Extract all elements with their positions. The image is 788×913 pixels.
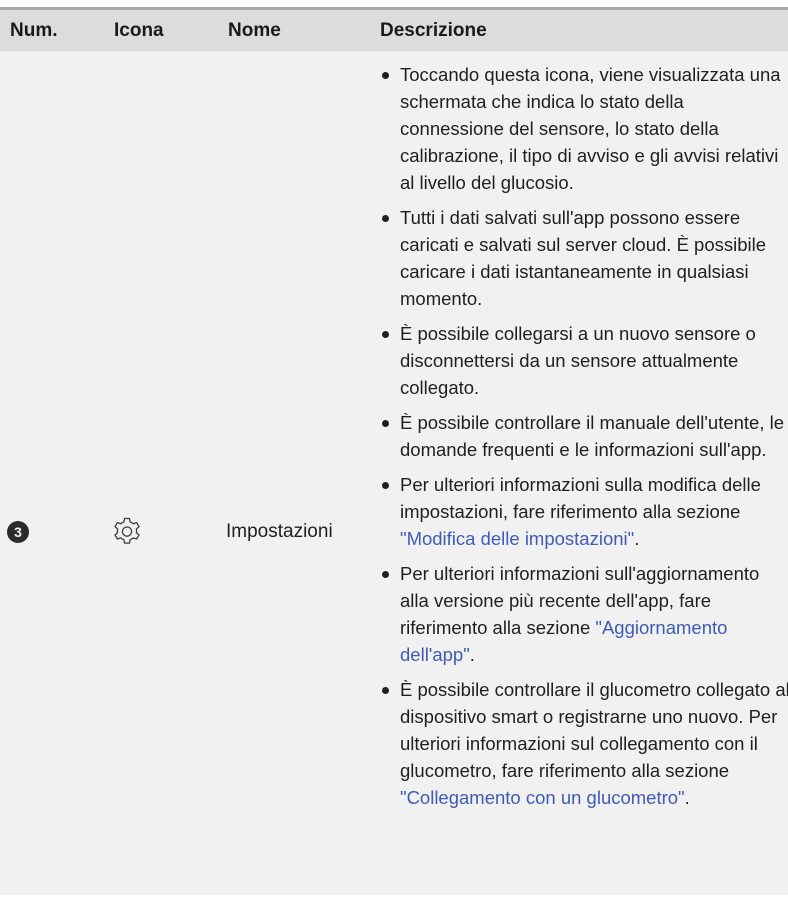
row-number: 3 xyxy=(14,524,22,540)
bullet-punct: . xyxy=(684,787,690,808)
list-item: Per ulteriori informazioni sulla modific… xyxy=(380,471,788,552)
table-bottom-edge xyxy=(0,895,788,896)
header-num: Num. xyxy=(10,20,58,41)
list-item: Tutti i dati salvati sull'app possono es… xyxy=(380,204,788,312)
bullet-text: È possibile controllare il glucometro co… xyxy=(400,679,788,781)
bullet-text: Tutti i dati salvati sull'app possono es… xyxy=(400,207,767,309)
bullet-punct: . xyxy=(469,644,475,665)
list-item: Toccando questa icona, viene visualizzat… xyxy=(380,61,788,196)
table-row: 3 Impostazioni Toccando questa icona, vi… xyxy=(0,51,788,895)
bullet-punct: . xyxy=(634,528,640,549)
bullet-text: È possibile collegarsi a un nuovo sensor… xyxy=(400,323,756,398)
feature-table: Num. Icona Nome Descrizione 3 Impostazio… xyxy=(0,7,788,895)
list-item: È possibile collegarsi a un nuovo sensor… xyxy=(380,320,788,401)
header-icon: Icona xyxy=(114,20,164,41)
header-name: Nome xyxy=(228,20,281,41)
section-link-collegamento-glucometro[interactable]: "Collegamento con un glucometro" xyxy=(400,787,685,808)
list-item: Per ulteriori informazioni sull'aggiorna… xyxy=(380,560,788,668)
bullet-text: Toccando questa icona, viene visualizzat… xyxy=(400,64,781,193)
list-item: È possibile controllare il glucometro co… xyxy=(380,676,788,811)
header-description: Descrizione xyxy=(380,20,487,41)
table-header: Num. Icona Nome Descrizione xyxy=(0,7,788,51)
bullet-text: È possibile controllare il manuale dell'… xyxy=(400,412,785,460)
row-number-badge: 3 xyxy=(7,521,29,543)
row-name: Impostazioni xyxy=(226,521,333,542)
gear-icon xyxy=(114,517,140,544)
section-link-modifica-impostazioni[interactable]: "Modifica delle impostazioni" xyxy=(400,528,634,549)
description-list: Toccando questa icona, viene visualizzat… xyxy=(380,61,788,811)
list-item: È possibile controllare il manuale dell'… xyxy=(380,409,788,463)
row-description: Toccando questa icona, viene visualizzat… xyxy=(380,61,788,819)
bullet-text: Per ulteriori informazioni sulla modific… xyxy=(400,474,761,522)
